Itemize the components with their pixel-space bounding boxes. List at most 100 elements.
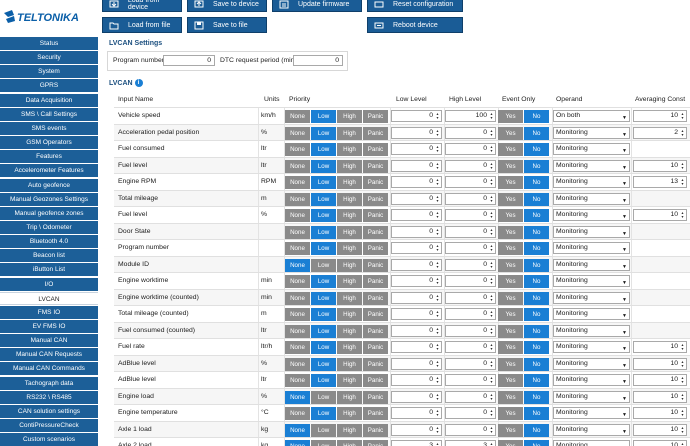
event-only-no-button[interactable]: No bbox=[524, 440, 549, 446]
event-only-yes-button[interactable]: Yes bbox=[498, 209, 523, 222]
low-level-input[interactable]: 0 ▲ ▼ bbox=[391, 308, 442, 320]
priority-panic-button[interactable]: Panic bbox=[363, 176, 388, 189]
event-only-yes-button[interactable]: Yes bbox=[498, 440, 523, 446]
priority-low-button[interactable]: Low bbox=[311, 143, 336, 156]
sidebar-item-rs232-rs485[interactable]: RS232 \ RS485 bbox=[0, 390, 98, 404]
load-from-file-button[interactable]: Load from file bbox=[102, 17, 182, 33]
save-to-device-button[interactable]: Save to device bbox=[187, 0, 267, 12]
priority-low-button[interactable]: Low bbox=[311, 242, 336, 255]
priority-high-button[interactable]: High bbox=[337, 258, 362, 272]
spinner-arrows-icon[interactable]: ▲▼ bbox=[680, 426, 685, 434]
spinner-arrows-icon[interactable]: ▲▼ bbox=[680, 409, 685, 417]
spinner-arrows-icon[interactable]: ▲▼ bbox=[489, 442, 494, 446]
operand-select[interactable]: Monitoring ▼ bbox=[553, 275, 630, 287]
priority-none-button[interactable]: None bbox=[285, 143, 310, 156]
priority-none-button[interactable]: None bbox=[285, 308, 310, 321]
priority-none-button[interactable]: None bbox=[285, 407, 310, 420]
sidebar-item-manual-geofence-zones[interactable]: Manual geofence zones bbox=[0, 206, 98, 220]
spinner-arrows-icon[interactable]: ▲▼ bbox=[489, 244, 494, 252]
spinner-arrows-icon[interactable]: ▲▼ bbox=[435, 393, 440, 401]
sidebar-item-i-o[interactable]: I/O bbox=[0, 277, 98, 291]
event-only-no-button[interactable]: No bbox=[524, 242, 549, 255]
operand-select[interactable]: Monitoring ▼ bbox=[553, 143, 630, 155]
low-level-input[interactable]: 0 ▲ ▼ bbox=[391, 374, 442, 386]
spinner-arrows-icon[interactable]: ▲▼ bbox=[435, 129, 440, 137]
priority-panic-button[interactable]: Panic bbox=[363, 192, 388, 206]
spinner-arrows-icon[interactable]: ▲▼ bbox=[680, 343, 685, 351]
spinner-arrows-icon[interactable]: ▲▼ bbox=[489, 145, 494, 153]
sidebar-item-features[interactable]: Features bbox=[0, 150, 98, 164]
event-only-yes-button[interactable]: Yes bbox=[498, 275, 523, 288]
event-only-no-button[interactable]: No bbox=[524, 126, 549, 140]
operand-select[interactable]: Monitoring ▼ bbox=[553, 374, 630, 386]
event-only-yes-button[interactable]: Yes bbox=[498, 126, 523, 140]
low-level-input[interactable]: 0 ▲ ▼ bbox=[391, 110, 442, 122]
event-only-yes-button[interactable]: Yes bbox=[498, 143, 523, 156]
spinner-arrows-icon[interactable]: ▲▼ bbox=[680, 211, 685, 219]
priority-high-button[interactable]: High bbox=[337, 407, 362, 420]
sidebar-item-gprs[interactable]: GPRS bbox=[0, 79, 98, 93]
low-level-input[interactable]: 0 ▲ ▼ bbox=[391, 291, 442, 304]
priority-none-button[interactable]: None bbox=[285, 126, 310, 140]
low-level-input[interactable]: 0 ▲ ▼ bbox=[391, 143, 442, 155]
priority-none-button[interactable]: None bbox=[285, 440, 310, 446]
event-only-no-button[interactable]: No bbox=[524, 275, 549, 288]
spinner-arrows-icon[interactable]: ▲▼ bbox=[489, 112, 494, 120]
operand-select[interactable]: Monitoring ▼ bbox=[553, 341, 630, 353]
spinner-arrows-icon[interactable]: ▲▼ bbox=[489, 393, 494, 401]
event-only-no-button[interactable]: No bbox=[524, 407, 549, 420]
sidebar-item-sms-events[interactable]: SMS events bbox=[0, 121, 98, 135]
event-only-no-button[interactable]: No bbox=[524, 159, 549, 173]
priority-low-button[interactable]: Low bbox=[311, 374, 336, 387]
priority-panic-button[interactable]: Panic bbox=[363, 275, 388, 288]
event-only-no-button[interactable]: No bbox=[524, 374, 549, 387]
low-level-input[interactable]: 0 ▲ ▼ bbox=[391, 209, 442, 221]
spinner-arrows-icon[interactable]: ▲▼ bbox=[489, 195, 494, 203]
high-level-input[interactable]: 0 ▲ ▼ bbox=[445, 126, 496, 139]
dtc-request-period-input[interactable]: 0 bbox=[293, 55, 343, 66]
priority-none-button[interactable]: None bbox=[285, 159, 310, 173]
event-only-no-button[interactable]: No bbox=[524, 324, 549, 338]
averaging-const-input[interactable]: 10▲▼ bbox=[633, 407, 687, 419]
program-number-input[interactable]: 0 bbox=[163, 55, 215, 66]
low-level-input[interactable]: 0 ▲ ▼ bbox=[391, 192, 442, 205]
low-level-input[interactable]: 3▲▼ bbox=[391, 440, 442, 446]
spinner-arrows-icon[interactable]: ▲▼ bbox=[680, 178, 685, 186]
priority-low-button[interactable]: Low bbox=[311, 341, 336, 354]
sidebar-item-lvcan[interactable]: LVCAN bbox=[0, 291, 98, 305]
spinner-arrows-icon[interactable]: ▲▼ bbox=[489, 426, 494, 434]
spinner-arrows-icon[interactable]: ▲▼ bbox=[435, 409, 440, 417]
operand-select[interactable]: Monitoring ▼ bbox=[553, 192, 630, 205]
priority-high-button[interactable]: High bbox=[337, 225, 362, 239]
event-only-yes-button[interactable]: Yes bbox=[498, 407, 523, 420]
sidebar-item-data-acquisition[interactable]: Data Acquisition bbox=[0, 93, 98, 107]
low-level-input[interactable]: 0 ▲ ▼ bbox=[391, 126, 442, 139]
priority-high-button[interactable]: High bbox=[337, 324, 362, 338]
priority-panic-button[interactable]: Panic bbox=[363, 242, 388, 255]
sidebar-item-security[interactable]: Security bbox=[0, 51, 98, 65]
spinner-arrows-icon[interactable]: ▲▼ bbox=[680, 442, 685, 446]
event-only-no-button[interactable]: No bbox=[524, 192, 549, 206]
event-only-no-button[interactable]: No bbox=[524, 390, 549, 404]
event-only-yes-button[interactable]: Yes bbox=[498, 159, 523, 173]
event-only-yes-button[interactable]: Yes bbox=[498, 258, 523, 272]
spinner-arrows-icon[interactable]: ▲▼ bbox=[680, 376, 685, 384]
low-level-input[interactable]: 0 ▲ ▼ bbox=[391, 423, 442, 436]
sidebar-item-gsm-operators[interactable]: GSM Operators bbox=[0, 136, 98, 150]
averaging-const-input[interactable]: 10▲▼ bbox=[633, 374, 687, 386]
spinner-arrows-icon[interactable]: ▲▼ bbox=[489, 310, 494, 318]
operand-select[interactable]: Monitoring ▼ bbox=[553, 126, 630, 139]
priority-high-button[interactable]: High bbox=[337, 374, 362, 387]
priority-none-button[interactable]: None bbox=[285, 192, 310, 206]
high-level-input[interactable]: 0 ▲ ▼ bbox=[445, 357, 496, 370]
spinner-arrows-icon[interactable]: ▲▼ bbox=[489, 211, 494, 219]
priority-panic-button[interactable]: Panic bbox=[363, 258, 388, 272]
low-level-input[interactable]: 0 ▲ ▼ bbox=[391, 225, 442, 238]
priority-none-button[interactable]: None bbox=[285, 423, 310, 437]
high-level-input[interactable]: 0 ▲ ▼ bbox=[445, 225, 496, 238]
sidebar-item-custom-scenarios[interactable]: Custom scenarios bbox=[0, 433, 98, 446]
sidebar-item-sms-call-settings[interactable]: SMS \ Call Settings bbox=[0, 107, 98, 121]
load-from-device-button[interactable]: Load from device bbox=[102, 0, 182, 12]
averaging-const-input[interactable]: 10▲▼ bbox=[633, 423, 687, 436]
low-level-input[interactable]: 0 ▲ ▼ bbox=[391, 275, 442, 287]
